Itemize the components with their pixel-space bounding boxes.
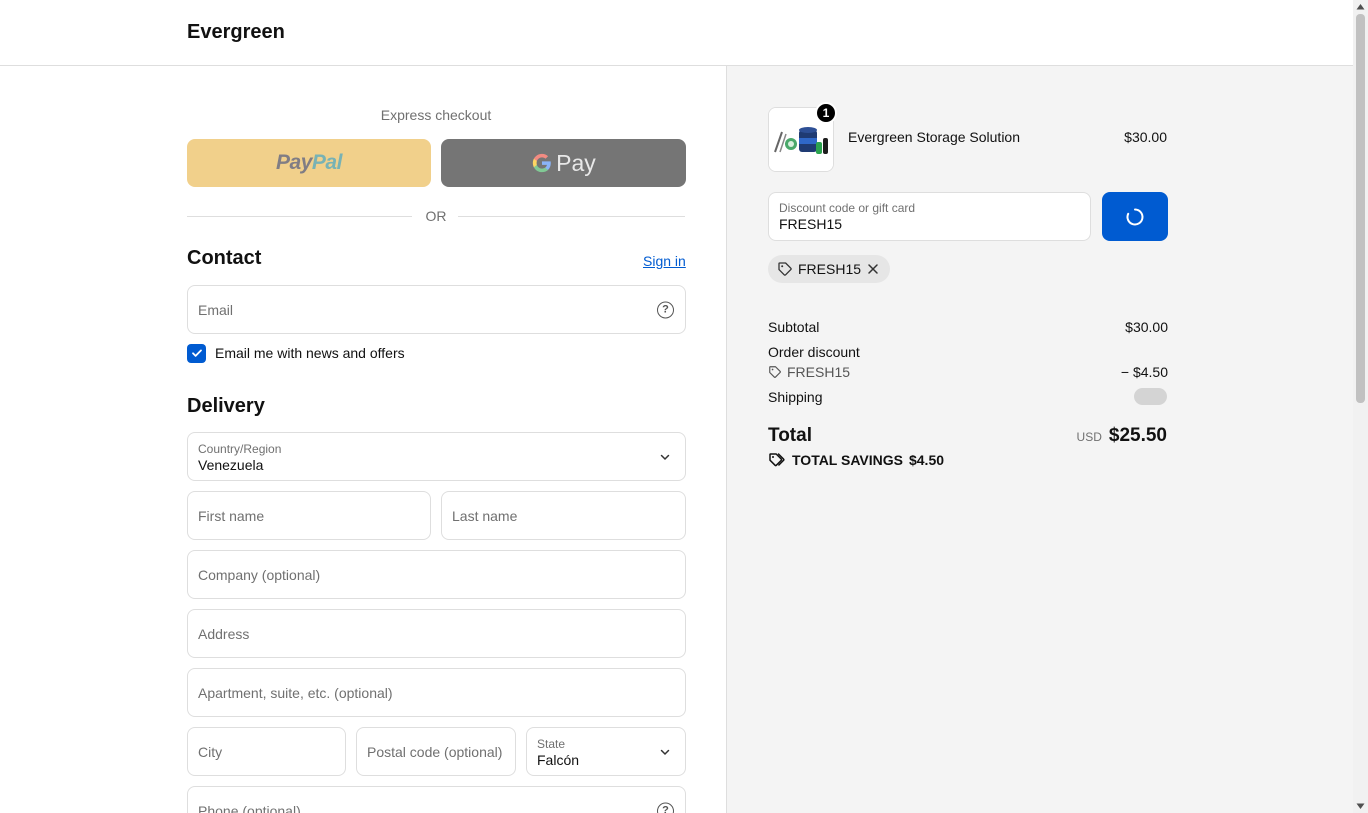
store-logo[interactable]: Evergreen <box>187 21 285 44</box>
sign-in-link[interactable]: Sign in <box>643 253 686 269</box>
first-name-field[interactable]: First name <box>187 491 431 540</box>
chevron-down-icon <box>660 454 670 460</box>
country-select[interactable]: Country/Region Venezuela <box>187 432 686 481</box>
apply-discount-button[interactable] <box>1102 192 1168 241</box>
postal-code-field[interactable]: Postal code (optional) <box>356 727 516 776</box>
header: Evergreen <box>0 0 1353 66</box>
scroll-up-arrow-icon[interactable] <box>1356 3 1365 11</box>
delivery-title: Delivery <box>187 395 265 417</box>
help-icon[interactable]: ? <box>657 802 674 813</box>
subtotal-value: $30.00 <box>1125 319 1168 335</box>
shipping-label: Shipping <box>768 389 823 405</box>
loading-spinner-icon <box>1126 208 1144 225</box>
subtotal-label: Subtotal <box>768 319 820 335</box>
gpay-label: Pay <box>556 149 596 176</box>
remove-discount-icon[interactable] <box>866 262 880 276</box>
savings-tag-icon <box>769 453 785 467</box>
checkout-form: Express checkout PayPal Pay OR Contact S… <box>0 66 726 813</box>
paypal-logo: PayPal <box>276 151 342 174</box>
savings-value: $4.50 <box>908 452 945 468</box>
scroll-thumb[interactable] <box>1356 14 1365 403</box>
savings-label: TOTAL SAVINGS <box>792 452 903 468</box>
tag-icon <box>769 366 781 378</box>
chevron-down-icon <box>660 749 670 755</box>
phone-field[interactable]: Phone (optional) ? <box>187 786 686 813</box>
city-field[interactable]: City <box>187 727 346 776</box>
applied-discount-tag: FRESH15 <box>768 255 891 283</box>
order-discount-code: FRESH15 <box>768 364 850 380</box>
newsletter-checkbox[interactable] <box>187 343 206 363</box>
scroll-down-arrow-icon[interactable] <box>1356 802 1365 810</box>
email-field[interactable]: Email ? <box>187 285 686 334</box>
product-name: Evergreen Storage Solution <box>848 129 1020 145</box>
last-name-field[interactable]: Last name <box>441 491 686 540</box>
page-scrollbar[interactable] <box>1353 0 1368 813</box>
paypal-button[interactable]: PayPal <box>187 139 431 187</box>
order-discount-row: Order discount <box>768 344 1168 360</box>
or-divider: OR <box>187 206 685 226</box>
total-value: $25.50 <box>1108 425 1167 446</box>
subtotal-row: Subtotal $30.00 <box>768 319 1168 335</box>
applied-code: FRESH15 <box>798 261 862 277</box>
order-summary: 1 Evergreen Storage Solution $30.00 Disc… <box>726 66 1353 813</box>
order-discount-value: − $4.50 <box>1120 364 1168 380</box>
help-icon[interactable]: ? <box>657 301 674 318</box>
google-pay-button[interactable]: Pay <box>441 139 686 187</box>
newsletter-label: Email me with news and offers <box>215 345 405 361</box>
quantity-badge: 1 <box>815 102 837 124</box>
company-field[interactable]: Company (optional) <box>187 550 686 599</box>
total-savings: TOTAL SAVINGS $4.50 <box>768 452 944 468</box>
discount-code-field[interactable]: Discount code or gift card FRESH15 <box>768 192 1091 241</box>
google-g-icon <box>533 153 551 173</box>
apartment-field[interactable]: Apartment, suite, etc. (optional) <box>187 668 686 717</box>
shipping-loading-placeholder <box>1134 388 1167 405</box>
product-price: $30.00 <box>1124 129 1167 145</box>
shipping-row: Shipping <box>768 389 1168 405</box>
state-select[interactable]: State Falcón <box>526 727 686 776</box>
check-icon <box>191 349 202 357</box>
tag-icon <box>778 262 792 276</box>
total-amount: USD $25.50 <box>1077 425 1167 447</box>
address-field[interactable]: Address <box>187 609 686 658</box>
total-currency: USD <box>1076 430 1102 444</box>
newsletter-option[interactable]: Email me with news and offers <box>187 343 405 363</box>
order-discount-label: Order discount <box>768 344 860 360</box>
total-label: Total <box>768 425 812 446</box>
express-checkout-title: Express checkout <box>380 107 492 123</box>
contact-title: Contact <box>187 247 262 269</box>
